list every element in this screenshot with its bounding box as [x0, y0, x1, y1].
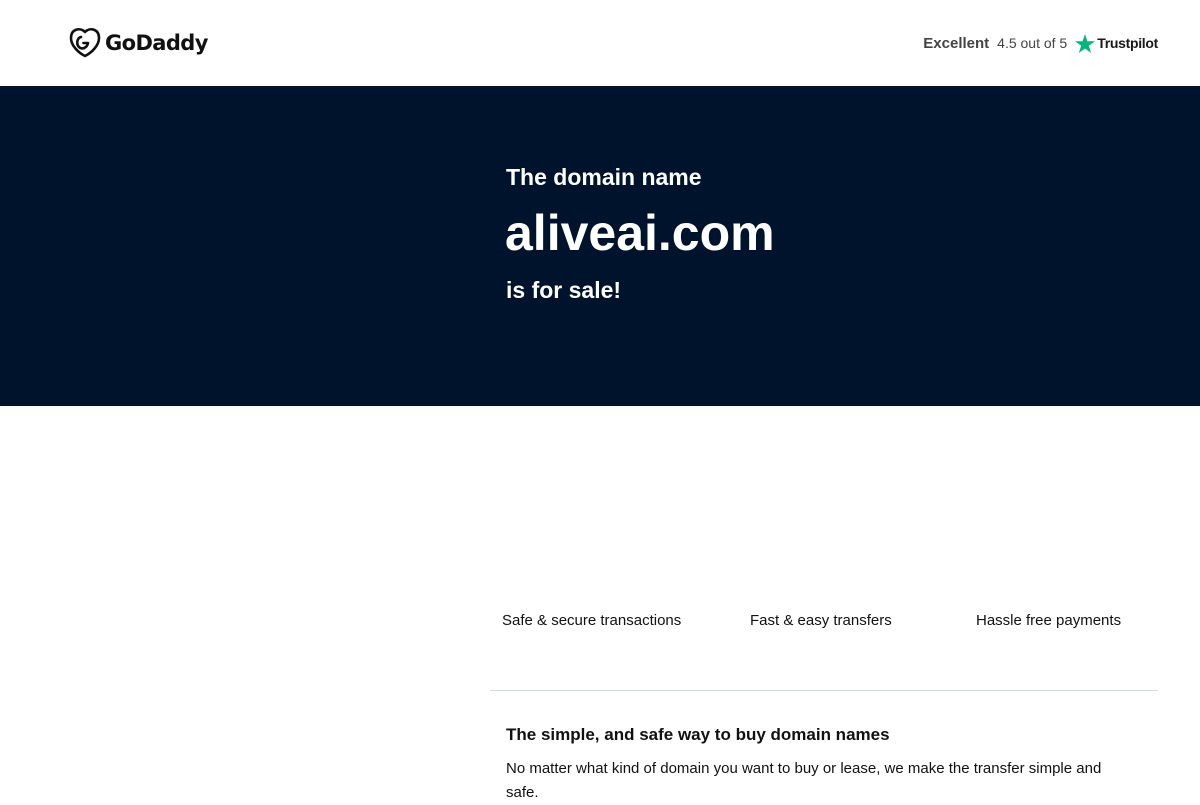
rating-label: Excellent: [923, 34, 990, 52]
trustpilot-star-icon: [1075, 33, 1096, 53]
trustpilot-link[interactable]: Trustpilot: [1075, 33, 1158, 53]
info-heading: The simple, and safe way to buy domain n…: [506, 725, 890, 744]
section-divider: [490, 690, 1158, 691]
for-sale-label: is for sale!: [506, 277, 622, 303]
trustpilot-label: Trustpilot: [1097, 35, 1158, 51]
rating-score: 4.5 out of 5: [997, 35, 1068, 51]
trustpilot-rating: Excellent 4.5 out of 5 Trustpilot: [923, 31, 1158, 55]
site-header: GoDaddy Excellent 4.5 out of 5 Trustpilo…: [0, 0, 1200, 86]
feature-hassle-free-payments: Hassle free payments: [976, 612, 1122, 629]
godaddy-logo-icon: [69, 28, 101, 58]
hero-intro: The domain name: [506, 164, 702, 190]
domain-name-title: aliveai.com: [505, 205, 775, 261]
logo-text: GoDaddy: [105, 31, 208, 55]
info-paragraph: No matter what kind of domain you want t…: [506, 760, 1102, 801]
features-list: Safe & secure transactions Fast & easy t…: [490, 612, 1158, 636]
godaddy-logo[interactable]: GoDaddy: [69, 28, 208, 58]
hero-banner: The domain name aliveai.com is for sale!: [0, 86, 1200, 406]
feature-secure-transactions: Safe & secure transactions: [502, 612, 682, 629]
feature-easy-transfers: Fast & easy transfers: [750, 612, 892, 629]
